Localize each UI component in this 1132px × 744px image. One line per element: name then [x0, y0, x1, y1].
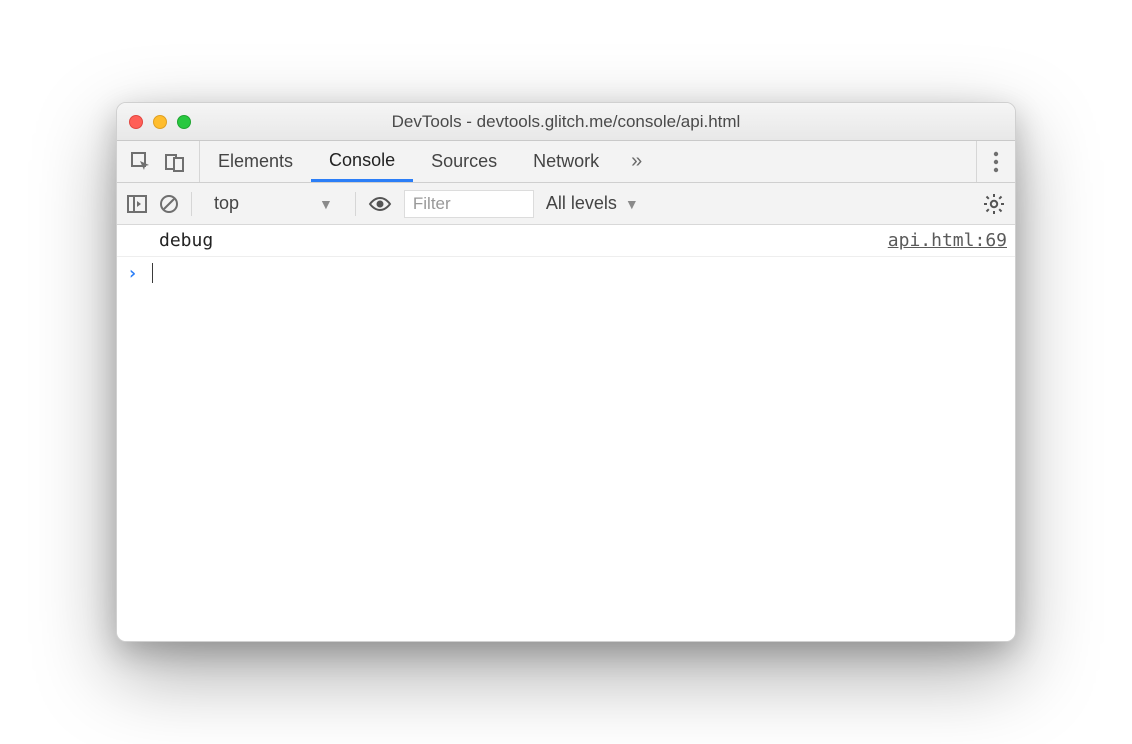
- tab-elements[interactable]: Elements: [200, 141, 311, 182]
- inspect-element-icon[interactable]: [131, 152, 151, 172]
- tab-network[interactable]: Network: [515, 141, 617, 182]
- tab-console[interactable]: Console: [311, 141, 413, 182]
- tab-sources[interactable]: Sources: [413, 141, 515, 182]
- minimize-window-button[interactable]: [153, 115, 167, 129]
- filter-input[interactable]: Filter: [404, 190, 534, 218]
- filter-placeholder: Filter: [413, 194, 451, 214]
- window-controls: [129, 115, 191, 129]
- zoom-window-button[interactable]: [177, 115, 191, 129]
- console-prompt[interactable]: ›: [117, 257, 1015, 289]
- device-toolbar-icon[interactable]: [165, 152, 185, 172]
- live-expression-icon[interactable]: [368, 196, 392, 212]
- console-settings-icon[interactable]: [983, 193, 1005, 215]
- levels-label: All levels: [546, 193, 617, 214]
- close-window-button[interactable]: [129, 115, 143, 129]
- chevron-down-icon: ▼: [319, 196, 333, 212]
- kebab-menu-icon[interactable]: [976, 141, 1015, 182]
- clear-console-icon[interactable]: [159, 194, 179, 214]
- console-message-text: debug: [125, 230, 213, 251]
- toolbar-left-icons: [117, 141, 200, 182]
- console-message-source-link[interactable]: api.html:69: [888, 230, 1007, 251]
- chevron-down-icon: ▼: [625, 196, 639, 212]
- execution-context-selector[interactable]: top ▼: [204, 189, 343, 218]
- window-title: DevTools - devtools.glitch.me/console/ap…: [117, 112, 1015, 132]
- text-caret: [152, 263, 153, 283]
- titlebar: DevTools - devtools.glitch.me/console/ap…: [117, 103, 1015, 141]
- context-label: top: [214, 193, 239, 214]
- console-sidebar-toggle-icon[interactable]: [127, 195, 147, 213]
- console-message-row[interactable]: debug api.html:69: [117, 225, 1015, 257]
- panel-tabs: Elements Console Sources Network »: [117, 141, 1015, 183]
- console-toolbar: top ▼ Filter All levels ▼: [117, 183, 1015, 225]
- console-output: debug api.html:69 ›: [117, 225, 1015, 641]
- prompt-chevron-icon: ›: [127, 263, 138, 284]
- tabs-overflow-button[interactable]: »: [617, 141, 656, 182]
- log-levels-selector[interactable]: All levels ▼: [546, 193, 639, 214]
- devtools-window: DevTools - devtools.glitch.me/console/ap…: [116, 102, 1016, 642]
